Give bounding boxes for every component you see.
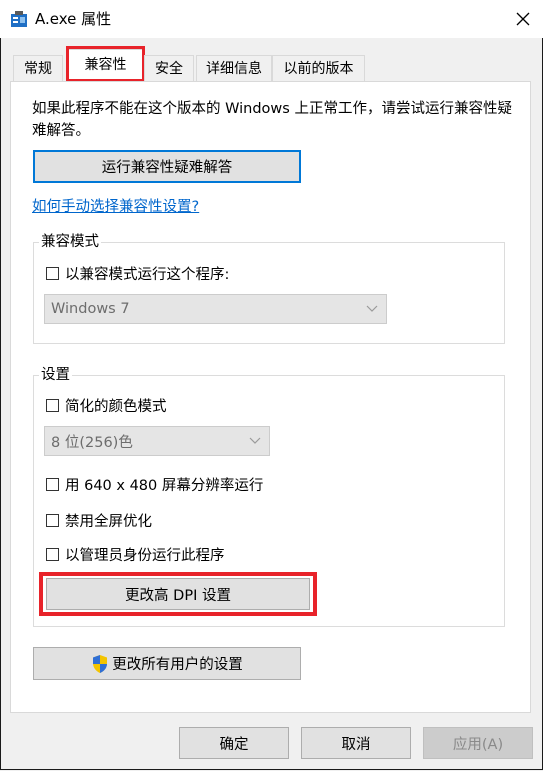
run-as-admin-label: 以管理员身份运行此程序: [65, 548, 225, 564]
run-as-admin-checkbox[interactable]: [46, 548, 59, 561]
os-version-value: Windows 7: [51, 301, 130, 317]
compat-mode-checkbox-row[interactable]: 以兼容模式运行这个程序:: [46, 263, 229, 284]
disable-fullscreen-label: 禁用全屏优化: [65, 514, 152, 530]
color-mode-value: 8 位(256)色: [51, 434, 133, 451]
window-title: A.exe 属性: [35, 10, 112, 28]
compat-mode-title: 兼容模式: [39, 233, 101, 251]
settings-title: 设置: [39, 366, 72, 384]
os-version-select[interactable]: Windows 7: [44, 294, 387, 324]
reduced-color-row[interactable]: 简化的颜色模式: [46, 395, 167, 416]
tab-security[interactable]: 安全: [144, 55, 194, 81]
change-dpi-button[interactable]: 更改高 DPI 设置: [46, 578, 310, 610]
compat-mode-checkbox-label: 以兼容模式运行这个程序:: [65, 267, 230, 283]
chevron-down-icon: [249, 437, 261, 444]
change-all-users-button[interactable]: 更改所有用户的设置: [33, 647, 301, 680]
title-bar: A.exe 属性: [0, 0, 543, 38]
res-640-checkbox[interactable]: [46, 478, 59, 491]
disable-fullscreen-row[interactable]: 禁用全屏优化: [46, 510, 152, 531]
color-mode-select[interactable]: 8 位(256)色: [44, 426, 270, 456]
shield-icon: [93, 654, 108, 673]
res-640-label: 用 640 x 480 屏幕分辨率运行: [65, 478, 264, 494]
properties-icon: [10, 10, 28, 28]
compat-mode-group: [33, 242, 505, 344]
tab-highlight-box: [66, 46, 145, 82]
close-icon: [516, 12, 530, 26]
reduced-color-label: 简化的颜色模式: [65, 399, 167, 415]
tab-previous-versions[interactable]: 以前的版本: [272, 55, 365, 81]
reduced-color-checkbox[interactable]: [46, 399, 59, 412]
tab-details[interactable]: 详细信息: [196, 55, 272, 81]
cancel-button[interactable]: 取消: [301, 727, 411, 759]
ok-button[interactable]: 确定: [179, 727, 289, 759]
run-as-admin-row[interactable]: 以管理员身份运行此程序: [46, 544, 225, 565]
disable-fullscreen-checkbox[interactable]: [46, 514, 59, 527]
res-640-row[interactable]: 用 640 x 480 屏幕分辨率运行: [46, 474, 263, 495]
tab-general[interactable]: 常规: [13, 55, 63, 81]
change-all-users-label: 更改所有用户的设置: [112, 657, 243, 673]
apply-button[interactable]: 应用(A): [423, 727, 533, 759]
compat-mode-checkbox[interactable]: [46, 267, 59, 280]
manual-settings-link[interactable]: 如何手动选择兼容性设置?: [32, 195, 199, 216]
chevron-down-icon: [366, 305, 378, 312]
intro-text: 如果此程序不能在这个版本的 Windows 上正常工作，请尝试运行兼容性疑难解答…: [32, 101, 512, 139]
close-button[interactable]: [503, 0, 543, 38]
run-troubleshooter-button[interactable]: 运行兼容性疑难解答: [33, 150, 301, 183]
